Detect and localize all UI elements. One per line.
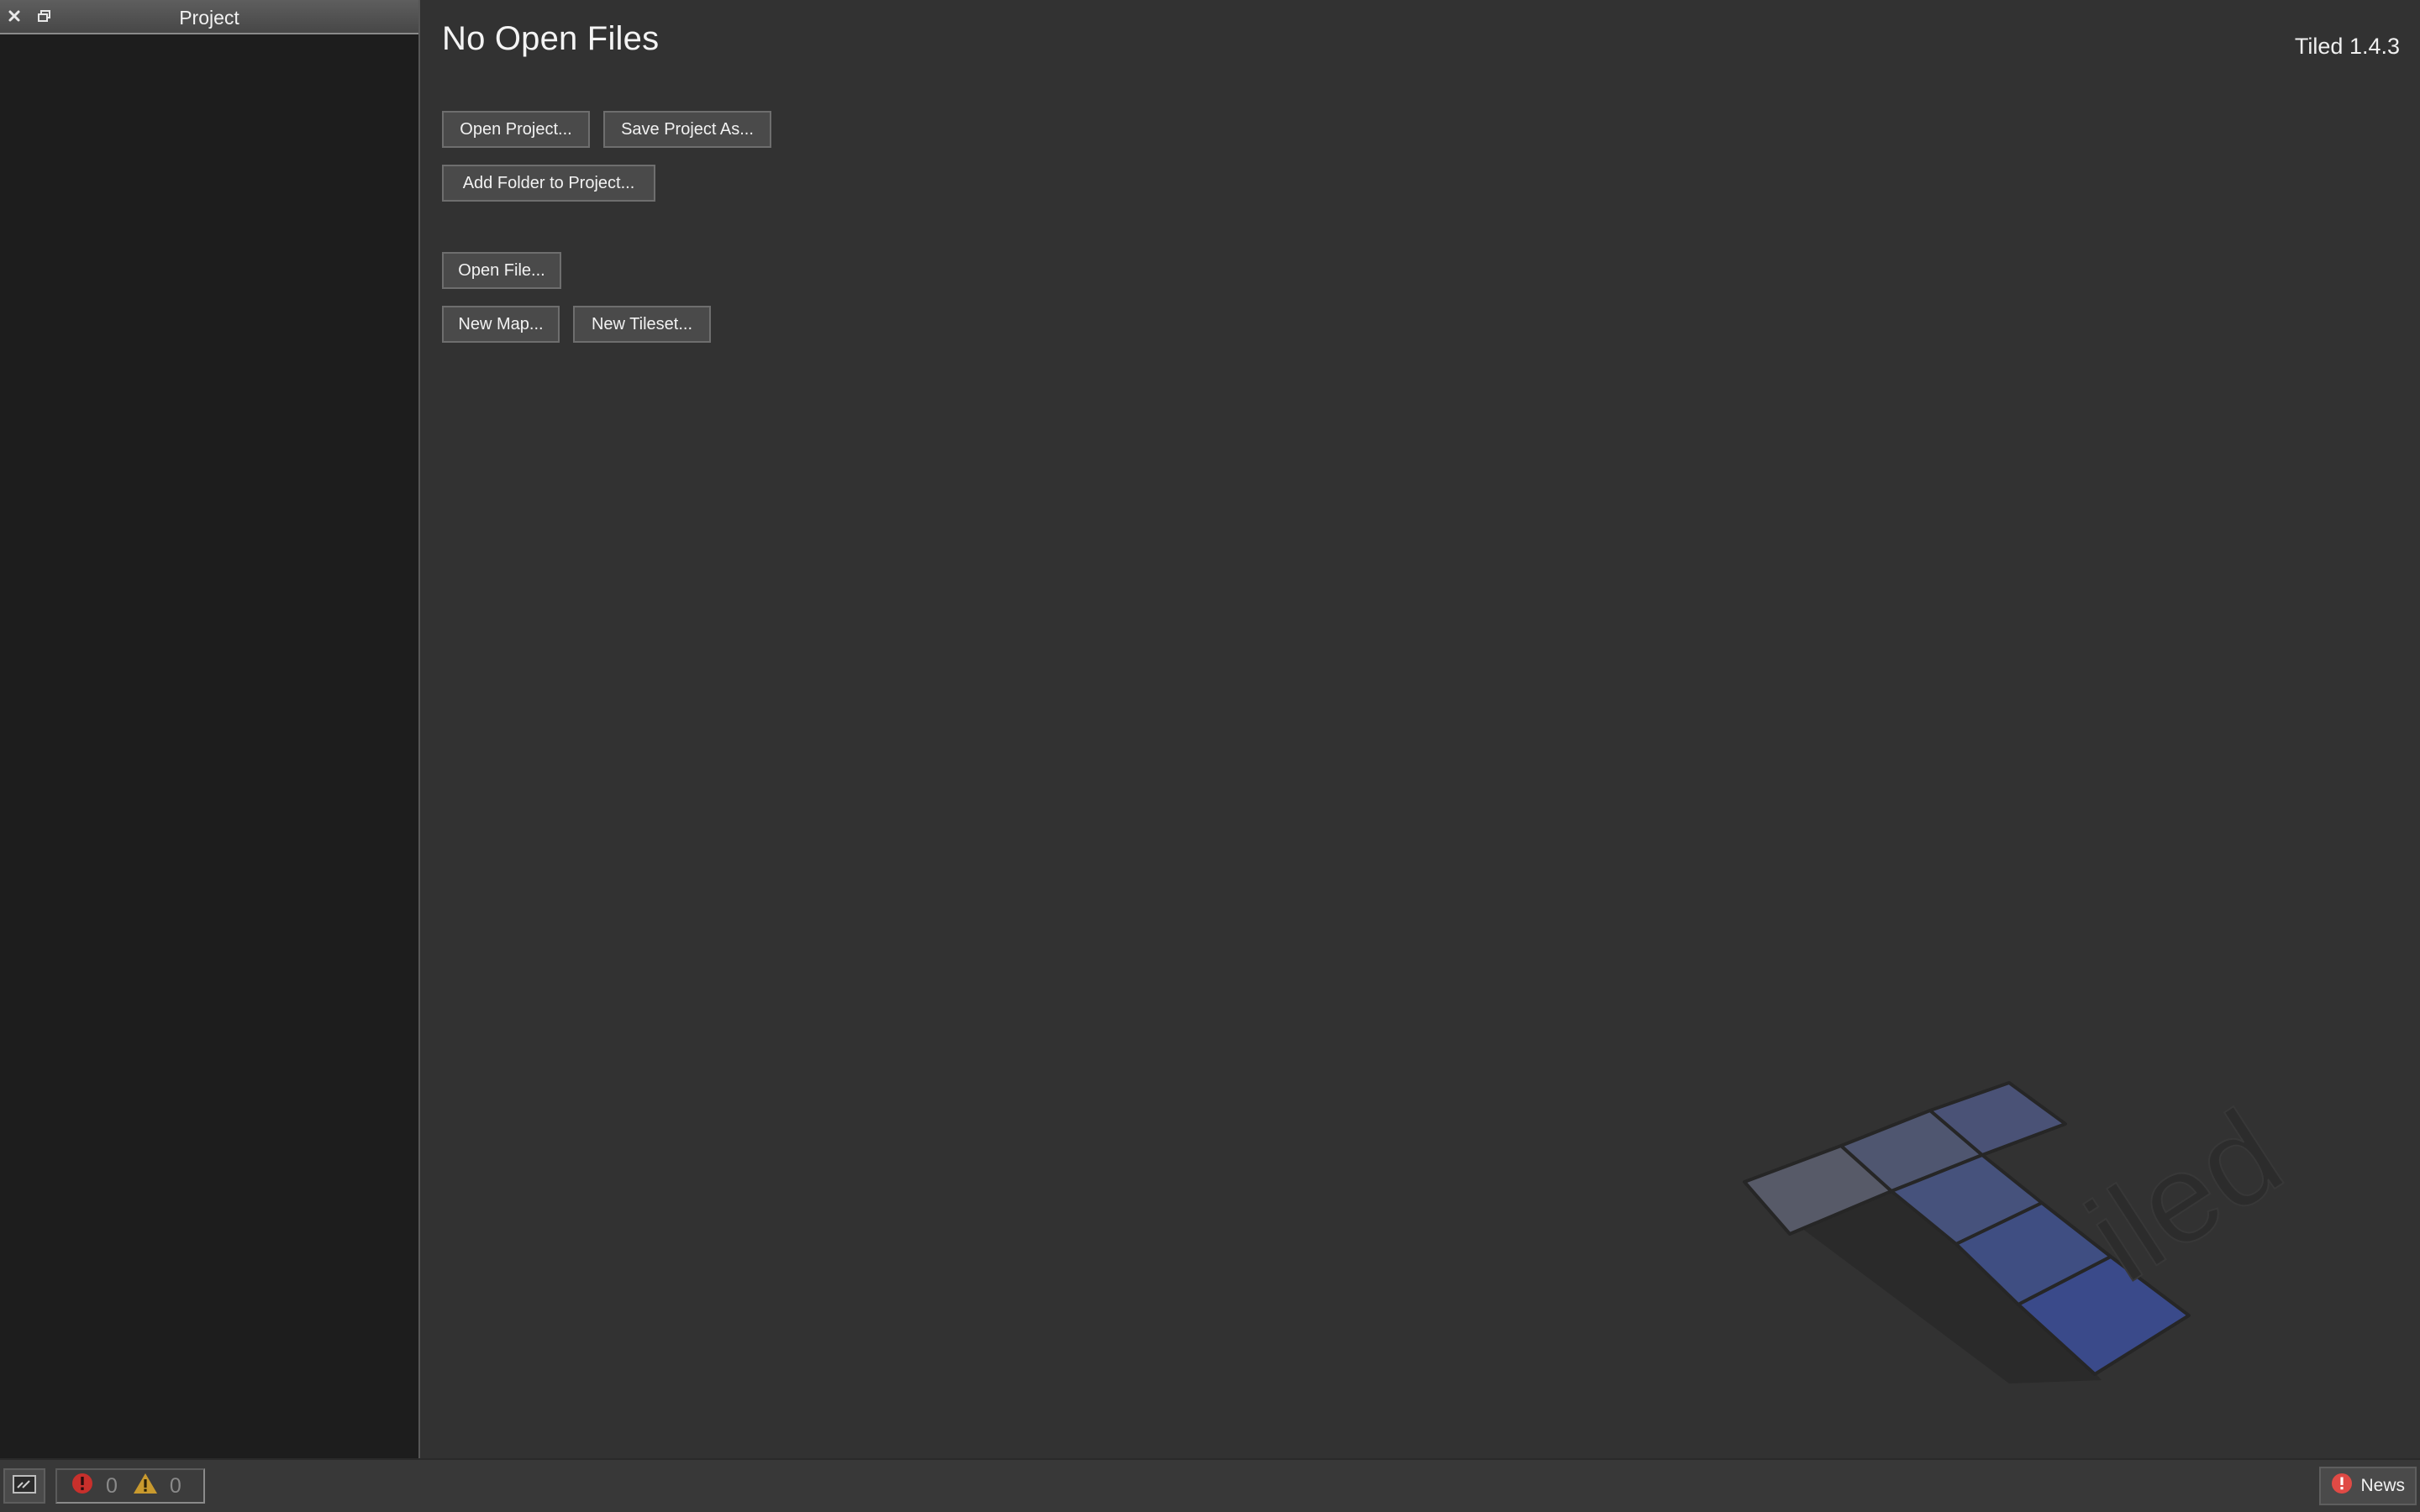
version-label: Tiled 1.4.3 xyxy=(2294,34,2400,59)
project-dock-title: Project xyxy=(179,7,239,29)
news-button[interactable]: News xyxy=(2319,1467,2417,1505)
issues-button[interactable]: 0 0 xyxy=(55,1468,205,1504)
status-bar: 0 0 News xyxy=(0,1458,2420,1512)
save-project-as-button[interactable]: Save Project As... xyxy=(603,111,771,148)
tiled-logo: iled xyxy=(1743,1081,2306,1383)
error-icon xyxy=(71,1472,94,1501)
new-map-button[interactable]: New Map... xyxy=(442,306,560,343)
console-toggle-button[interactable] xyxy=(3,1468,45,1504)
warning-icon xyxy=(133,1472,158,1501)
project-dock-titlebar: Project xyxy=(0,0,418,34)
page-title: No Open Files xyxy=(442,20,660,57)
new-tileset-button[interactable]: New Tileset... xyxy=(573,306,711,343)
tiled-window: Project No Open Files Tiled 1.4.3 Open P… xyxy=(0,0,2420,1512)
alert-icon xyxy=(2331,1473,2353,1499)
news-label: News xyxy=(2360,1476,2405,1495)
project-tree[interactable] xyxy=(0,36,418,1458)
add-folder-to-project-button[interactable]: Add Folder to Project... xyxy=(442,165,655,202)
open-file-button[interactable]: Open File... xyxy=(442,252,561,289)
error-count: 0 xyxy=(106,1473,118,1498)
project-dock: Project xyxy=(0,0,420,1458)
open-project-button[interactable]: Open Project... xyxy=(442,111,590,148)
warning-count: 0 xyxy=(169,1473,182,1498)
console-icon xyxy=(12,1474,37,1499)
